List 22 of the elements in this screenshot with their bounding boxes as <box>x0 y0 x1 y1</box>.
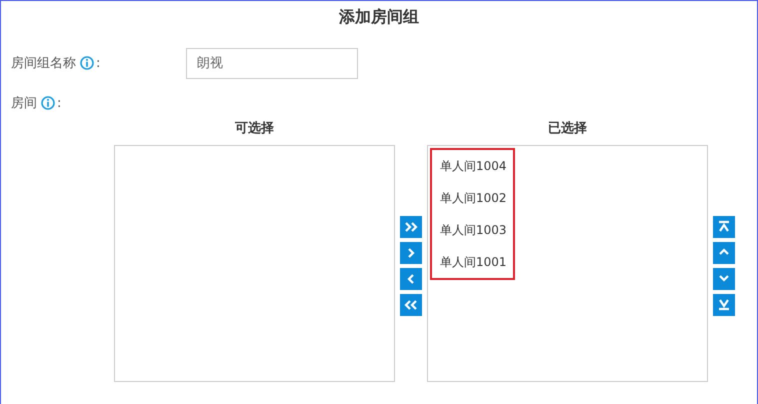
chevron-down-button[interactable] <box>713 268 735 290</box>
colon: : <box>57 96 62 110</box>
dialog-title: 添加房间组 <box>338 7 420 28</box>
name-input[interactable]: 朗视 <box>186 48 358 78</box>
chevron-right-button[interactable] <box>400 242 422 264</box>
move-top-button[interactable] <box>713 216 735 238</box>
list-item[interactable]: 单人间1003 <box>440 214 507 246</box>
field-label: 房间组名称 <box>11 55 76 72</box>
move-bottom-icon <box>717 297 731 313</box>
chevron-up-button[interactable] <box>713 242 735 264</box>
column-heading: 可选择 <box>234 120 275 138</box>
list-item[interactable]: 单人间1001 <box>440 246 507 278</box>
list-item[interactable]: 单人间1004 <box>440 150 507 182</box>
chevron-left-button[interactable] <box>400 268 422 290</box>
colon: : <box>96 56 100 70</box>
double-chevron-right-button[interactable] <box>400 216 422 238</box>
list-item[interactable]: 单人间1002 <box>440 182 507 214</box>
column-heading: 已选择 <box>547 120 588 138</box>
selected-list[interactable]: 单人间1004 单人间1002 单人间1003 单人间1001 <box>427 145 708 382</box>
field-label: 房间 <box>11 95 37 112</box>
double-chevron-left-button[interactable] <box>400 294 422 316</box>
move-bottom-button[interactable] <box>713 294 735 316</box>
